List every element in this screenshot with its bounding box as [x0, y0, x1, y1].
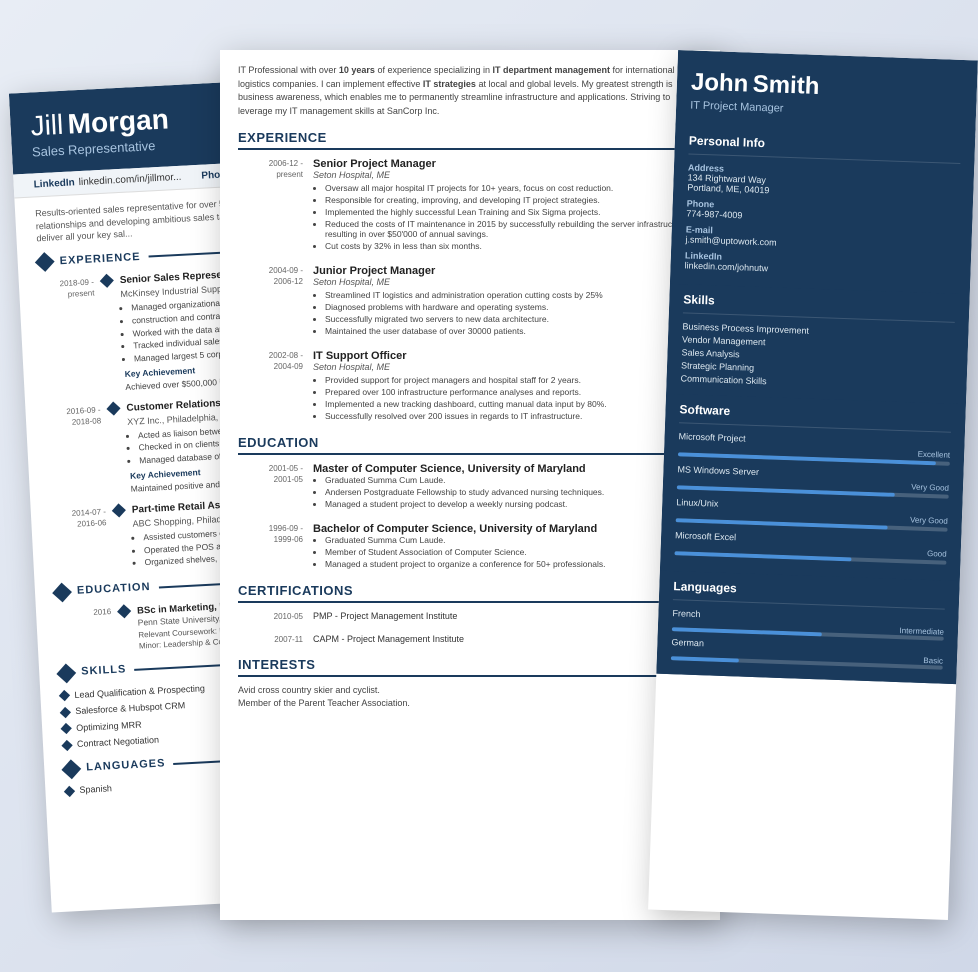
timeline-dot-2 [106, 402, 120, 416]
interest-2: Member of the Parent Teacher Association… [238, 698, 702, 708]
skills-diamond-icon [56, 664, 76, 684]
middle-job-1: 2006-12 -present Senior Project Manager … [238, 158, 702, 253]
jill-first-name: Jill [30, 109, 64, 142]
john-lang-1: French Intermediate [672, 608, 945, 640]
john-software-3: Linux/Unix Very Good [676, 497, 949, 531]
middle-cert-title: Certifications [238, 583, 702, 603]
john-phone-row: Phone 774-987-4009 [686, 198, 959, 227]
middle-job-2: 2004-09 -2006-12 Junior Project Manager … [238, 265, 702, 338]
john-linkedin-row: LinkedIn linkedin.com/johnutw [684, 250, 957, 279]
timeline-dot-3 [112, 503, 126, 517]
john-software-1: Microsoft Project Excellent [678, 431, 951, 465]
john-header: John Smith IT Project Manager [675, 50, 977, 135]
middle-experience-title: Experience [238, 130, 702, 150]
john-last-name: Smith [752, 71, 820, 100]
john-lang-2: German Basic [671, 637, 944, 669]
middle-interests-title: Interests [238, 657, 702, 677]
timeline-dot-1 [100, 274, 114, 288]
john-languages-section: Languages French Intermediate German Bas… [656, 571, 959, 684]
experience-diamond-icon [35, 253, 55, 273]
edu-dot-1 [117, 604, 131, 618]
middle-cert-2: 2007-11 CAPM - Project Management Instit… [238, 634, 702, 645]
john-sidebar: John Smith IT Project Manager Personal I… [656, 50, 978, 684]
john-skills-list: Business Process Improvement Vendor Mana… [680, 321, 954, 392]
middle-body: IT Professional with over 10 years of ex… [220, 50, 720, 722]
middle-edu-2: 1996-09 -1999-06 Bachelor of Computer Sc… [238, 523, 702, 571]
middle-summary: IT Professional with over 10 years of ex… [238, 64, 702, 118]
languages-diamond-icon [61, 759, 81, 779]
middle-education-title: Education [238, 435, 702, 455]
john-first-name: John [691, 69, 749, 98]
john-address-row: Address 134 Rightward WayPortland, ME, 0… [687, 162, 960, 201]
interest-1: Avid cross country skier and cyclist. [238, 685, 702, 695]
john-software-2: MS Windows Server Very Good [677, 464, 950, 498]
jill-last-name: Morgan [67, 103, 170, 139]
john-software-4: Microsoft Excel Good [674, 530, 947, 564]
john-skills-section: Skills Business Process Improvement Vend… [666, 284, 970, 404]
middle-edu-1: 2001-05 -2001-05 Master of Computer Scie… [238, 463, 702, 511]
resume-john: John Smith IT Project Manager Personal I… [648, 50, 978, 920]
resume-middle: IT Professional with over 10 years of ex… [220, 50, 720, 920]
middle-job-3: 2002-08 -2004-09 IT Support Officer Seto… [238, 350, 702, 423]
middle-cert-1: 2010-05 PMP - Project Management Institu… [238, 611, 702, 622]
john-software-section: Software Microsoft Project Excellent MS … [660, 394, 966, 581]
john-email-row: E-mail j.smith@uptowork.com [685, 224, 958, 253]
john-personal-info: Personal Info Address 134 Rightward WayP… [670, 125, 975, 294]
jill-linkedin: LinkedIn linkedin.com/in/jillmor... [33, 172, 181, 191]
education-diamond-icon [52, 583, 72, 603]
